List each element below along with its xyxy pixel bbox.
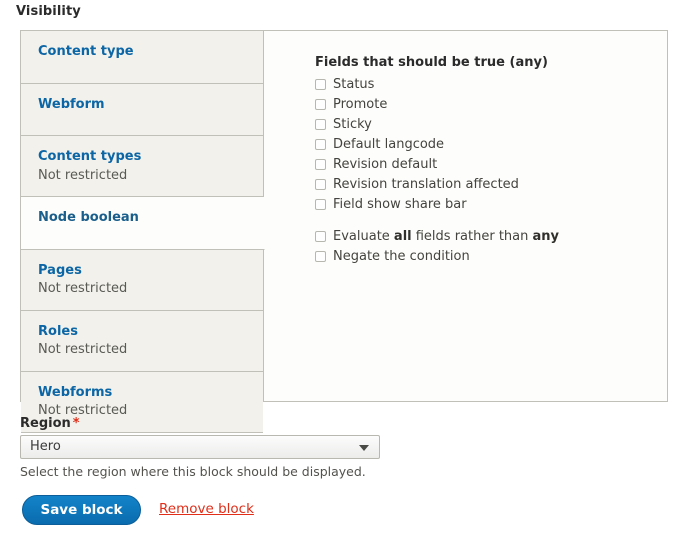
evaluate-all-checkbox[interactable] [315,231,326,242]
evaluate-all-label[interactable]: Evaluate all fields rather than any [333,228,559,245]
vertical-tabs-list: Content type Webform Content types Not rest… [21,31,265,434]
checkbox-label[interactable]: Revision translation affected [333,176,519,193]
field-checkbox-row[interactable]: Default langcode [315,136,649,153]
region-label-text: Region [20,416,71,431]
checkbox-label[interactable]: Status [333,76,374,93]
remove-block-link[interactable]: Remove block [159,501,254,517]
vertical-tab-title[interactable]: Content type [38,43,263,61]
checkbox-field-show-share-bar[interactable] [315,199,326,210]
checkbox-default-langcode[interactable] [315,139,326,150]
checkbox-label[interactable]: Field show share bar [333,196,467,213]
vertical-tab-content-types[interactable]: Content types Not restricted [21,136,263,198]
field-checkbox-row[interactable]: Sticky [315,116,649,133]
vertical-tab-summary: Not restricted [38,167,128,183]
vertical-tab-webform[interactable]: Webform [21,83,263,137]
checkbox-label[interactable]: Promote [333,96,387,113]
node-boolean-pane: Fields that should be true (any) Status P… [265,31,667,401]
checkbox-label[interactable]: Default langcode [333,136,444,153]
checkbox-status[interactable] [315,79,326,90]
checkbox-label[interactable]: Revision default [333,156,437,173]
vertical-tab-roles[interactable]: Roles Not restricted [21,310,263,372]
field-checkbox-row[interactable]: Revision default [315,156,649,173]
field-checkbox-row[interactable]: Promote [315,96,649,113]
vertical-tab-node-boolean[interactable]: Node boolean [21,197,265,250]
negate-condition-label[interactable]: Negate the condition [333,248,470,265]
checkbox-revision-default[interactable] [315,159,326,170]
checkbox-promote[interactable] [315,99,326,110]
save-block-button[interactable]: Save block [22,495,141,525]
visibility-legend: Visibility [16,4,81,19]
field-checkbox-row[interactable]: Field show share bar [315,196,649,213]
vertical-tab-spacer [38,227,264,237]
region-description: Select the region where this block shoul… [20,464,366,479]
vertical-tab-summary: Not restricted [38,281,128,297]
vertical-tab-content-type[interactable]: Content type [21,31,263,84]
checkbox-revision-translation-affected[interactable] [315,179,326,190]
boolean-fields-checkbox-group: Status Promote Sticky Default langcode Revis… [315,76,649,213]
vertical-tab-pages[interactable]: Pages Not restricted [21,249,263,311]
vertical-tabs-menu: Content type Webform Content types Not rest… [21,31,265,434]
vertical-tab-title[interactable]: Webform [38,96,263,114]
vertical-tab-title[interactable]: Roles [38,323,263,341]
vertical-tab-title[interactable]: Content types [38,148,263,166]
field-checkbox-row[interactable]: Status [315,76,649,93]
vertical-tab-title[interactable]: Pages [38,262,263,280]
checkbox-sticky[interactable] [315,119,326,130]
vertical-tab-summary: Not restricted [38,342,128,358]
vertical-tab-spacer [38,61,263,71]
checkbox-label[interactable]: Sticky [333,116,372,133]
vertical-tab-title[interactable]: Webforms [38,384,263,402]
visibility-vertical-tabs: Content type Webform Content types Not rest… [20,30,668,434]
vertical-tab-spacer [38,113,263,123]
region-select[interactable]: Hero [20,435,380,459]
chevron-down-icon [359,445,369,451]
evaluate-all-row[interactable]: Evaluate all fields rather than any [315,228,649,245]
vertical-tab-title[interactable]: Node boolean [38,209,264,227]
region-label: Region * [20,416,80,431]
field-checkbox-row[interactable]: Revision translation affected [315,176,649,193]
required-marker: * [72,416,80,431]
region-select-value: Hero [30,439,61,454]
negate-condition-row[interactable]: Negate the condition [315,248,649,265]
pane-legend: Fields that should be true (any) [315,55,548,70]
negate-condition-checkbox[interactable] [315,251,326,262]
